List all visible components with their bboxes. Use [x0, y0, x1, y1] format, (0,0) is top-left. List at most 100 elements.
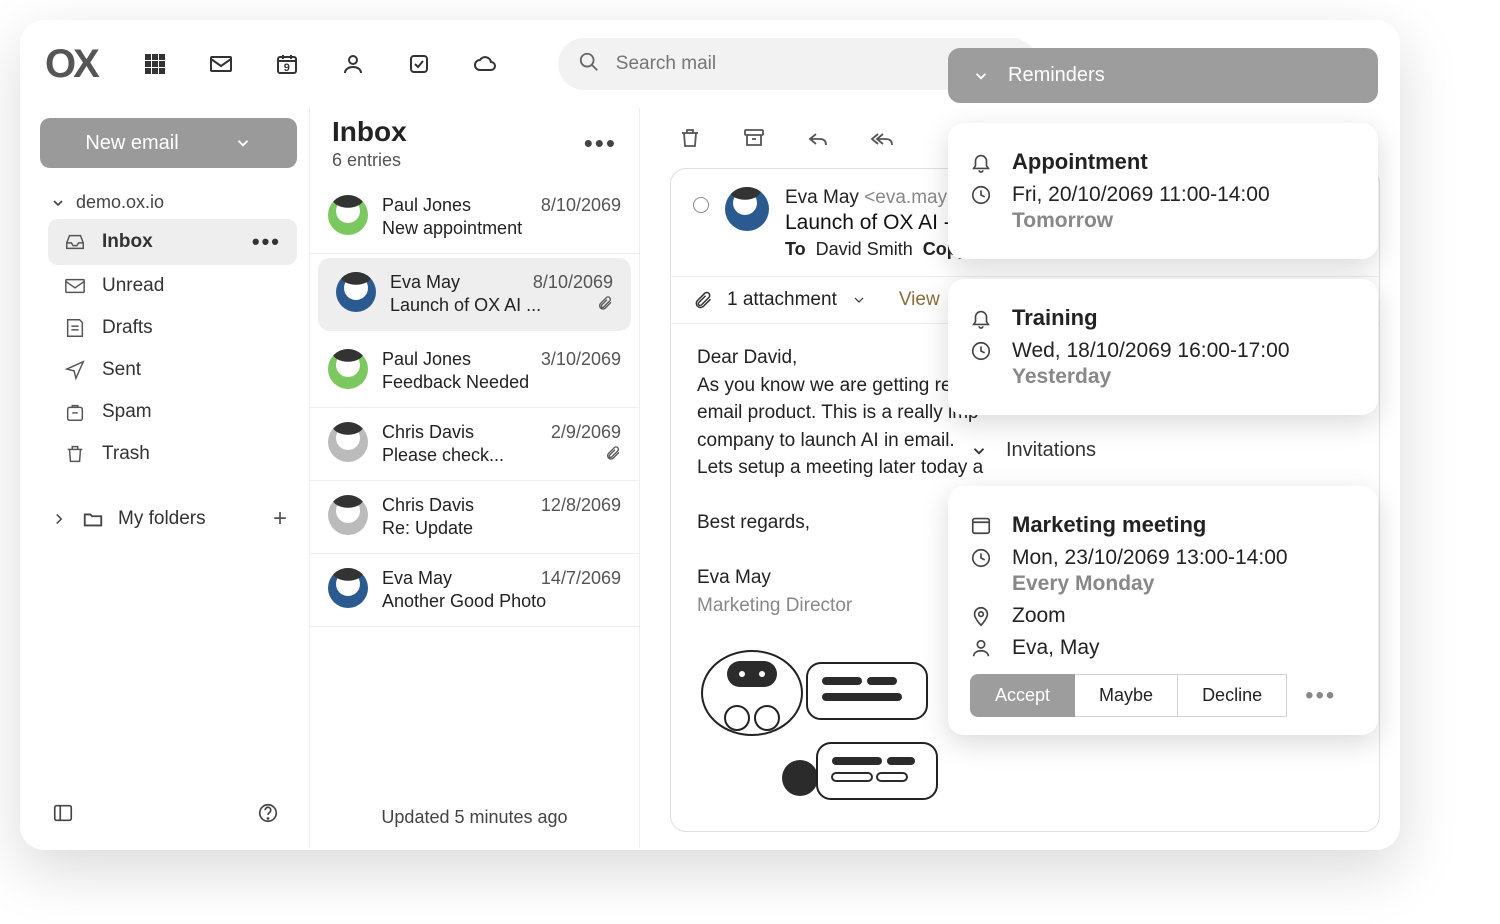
folder-more-icon[interactable]: •••	[252, 229, 281, 255]
sidebar: New email demo.ox.io Inbox ••• Unread Dr…	[20, 108, 310, 848]
help-icon[interactable]	[257, 802, 279, 824]
subject: New appointment	[382, 218, 522, 239]
subject: Another Good Photo	[382, 591, 546, 612]
invitation-title: Marketing meeting	[1012, 512, 1206, 538]
contacts-icon[interactable]	[340, 51, 366, 77]
maybe-button[interactable]: Maybe	[1075, 674, 1177, 717]
subject: Re: Update	[382, 518, 473, 539]
location-icon	[970, 605, 992, 627]
new-email-button[interactable]: New email	[40, 118, 297, 168]
sent-icon	[64, 359, 86, 381]
trash-icon	[64, 443, 86, 465]
from: Paul Jones	[382, 195, 471, 216]
reminder-relative: Yesterday	[1012, 365, 1111, 389]
invitations-header[interactable]: Invitations	[948, 435, 1378, 466]
apps-icon[interactable]	[142, 51, 168, 77]
to-value: David Smith	[816, 239, 913, 259]
invitation-recur: Every Monday	[1012, 572, 1154, 596]
invitation-date: Mon, 23/10/2069 13:00-14:00	[1012, 546, 1288, 570]
logo: OX	[45, 42, 97, 87]
chevron-down-icon[interactable]	[851, 292, 867, 308]
avatar	[328, 568, 368, 608]
to-label: To	[785, 239, 806, 259]
clock-icon	[970, 340, 992, 362]
list-item[interactable]: Paul Jones8/10/2069 New appointment	[310, 181, 639, 254]
list-item[interactable]: Eva May14/7/2069 Another Good Photo	[310, 554, 639, 627]
folder-unread[interactable]: Unread	[48, 265, 297, 307]
chevron-down-icon	[234, 134, 252, 152]
list-item[interactable]: Chris Davis12/8/2069 Re: Update	[310, 481, 639, 554]
attachment-icon	[597, 295, 613, 311]
decline-button[interactable]: Decline	[1177, 674, 1287, 717]
folder-sent[interactable]: Sent	[48, 349, 297, 391]
search-icon	[578, 51, 600, 78]
calendar-day: 9	[284, 62, 290, 74]
reminders-header[interactable]: Reminders	[948, 48, 1378, 103]
avatar	[328, 195, 368, 235]
mail-icon[interactable]	[208, 51, 234, 77]
my-folders-label: My folders	[118, 508, 206, 530]
reminder-date: Wed, 18/10/2069 16:00-17:00	[1012, 339, 1290, 363]
my-folders-toggle[interactable]: My folders +	[40, 495, 297, 543]
bell-icon	[970, 307, 992, 329]
date: 12/8/2069	[541, 495, 621, 516]
archive-icon[interactable]	[742, 126, 766, 150]
cloud-icon[interactable]	[472, 51, 498, 77]
accept-button[interactable]: Accept	[970, 674, 1075, 717]
reply-all-icon[interactable]	[870, 126, 894, 150]
subject: Launch of OX AI ...	[390, 295, 541, 316]
chevron-right-icon	[50, 510, 68, 528]
folder-label: Inbox	[102, 231, 153, 253]
view-link[interactable]: View	[899, 289, 940, 311]
tasks-icon[interactable]	[406, 51, 432, 77]
top-nav: 9	[142, 51, 498, 77]
account-toggle[interactable]: demo.ox.io	[40, 186, 297, 219]
list-item[interactable]: Chris Davis 2/9/2069 Please check...	[310, 408, 639, 481]
subject: Feedback Needed	[382, 372, 529, 393]
list-footer: Updated 5 minutes ago	[310, 787, 639, 848]
from-name: Eva May	[785, 187, 859, 208]
sidebar-footer	[40, 790, 297, 848]
reminder-card[interactable]: Training Wed, 18/10/2069 16:00-17:00 Yes…	[948, 279, 1378, 415]
folder-inbox[interactable]: Inbox •••	[48, 219, 297, 265]
folder-label: Trash	[102, 443, 150, 465]
avatar	[336, 272, 376, 312]
rsvp-buttons: Accept Maybe Decline •••	[970, 674, 1356, 717]
invitation-people: Eva, May	[1012, 636, 1100, 660]
chevron-down-icon	[50, 195, 66, 211]
delete-icon[interactable]	[678, 126, 702, 150]
reply-icon[interactable]	[806, 126, 830, 150]
message-list: Inbox 6 entries ••• Paul Jones8/10/2069 …	[310, 108, 640, 848]
clock-icon	[970, 184, 992, 206]
calendar-icon[interactable]: 9	[274, 51, 300, 77]
date: 2/9/2069	[551, 422, 621, 443]
inbox-icon	[64, 231, 86, 253]
list-more-icon[interactable]: •••	[584, 116, 617, 159]
from: Chris Davis	[382, 422, 474, 443]
reminder-title: Training	[1012, 305, 1098, 331]
avatar	[328, 349, 368, 389]
date: 14/7/2069	[541, 568, 621, 589]
folder-drafts[interactable]: Drafts	[48, 307, 297, 349]
chevron-down-icon	[970, 442, 988, 460]
attachment-icon	[605, 445, 621, 461]
spam-icon	[64, 401, 86, 423]
select-toggle[interactable]	[693, 197, 709, 213]
folder-trash[interactable]: Trash	[48, 433, 297, 475]
reminder-card[interactable]: Appointment Fri, 20/10/2069 11:00-14:00 …	[948, 123, 1378, 259]
reminders-label: Reminders	[1008, 64, 1105, 87]
from: Eva May	[390, 272, 460, 293]
list-item[interactable]: Eva May8/10/2069 Launch of OX AI ...	[318, 258, 631, 331]
add-folder-button[interactable]: +	[273, 505, 287, 533]
subject: Please check...	[382, 445, 504, 466]
bell-icon	[970, 151, 992, 173]
avatar	[725, 187, 769, 231]
invitation-more-icon[interactable]: •••	[1305, 682, 1336, 710]
panel-toggle-icon[interactable]	[52, 802, 74, 824]
list-item[interactable]: Paul Jones3/10/2069 Feedback Needed	[310, 335, 639, 408]
folder-spam[interactable]: Spam	[48, 391, 297, 433]
folder-label: Sent	[102, 359, 141, 381]
calendar-icon	[970, 514, 992, 536]
attachment-label: 1 attachment	[727, 289, 837, 311]
folder-label: Spam	[102, 401, 152, 423]
